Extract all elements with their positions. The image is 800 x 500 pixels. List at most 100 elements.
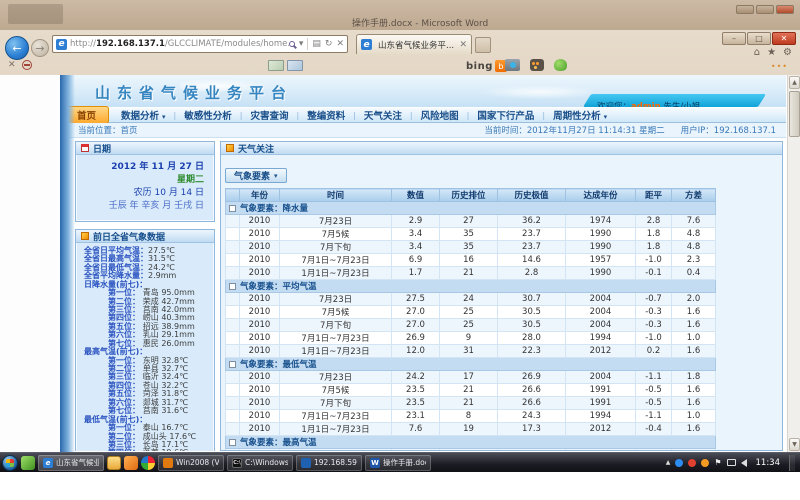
cell: 19 <box>440 423 498 436</box>
cell: 1.8 <box>636 241 672 254</box>
nav-item-5[interactable]: 天气关注 <box>356 107 410 123</box>
calendar-icon <box>81 144 89 152</box>
cell: 2010 <box>240 293 280 306</box>
more-options-dots-icon[interactable]: ••• <box>771 62 788 71</box>
breadcrumb: 当前位置：首页 <box>78 124 138 136</box>
tray-blue-icon[interactable] <box>675 459 683 467</box>
cell: 27.5 <box>392 293 440 306</box>
cell: 30.5 <box>498 319 566 332</box>
nav-item-3[interactable]: 灾害查询 <box>242 107 296 123</box>
vertical-scrollbar[interactable]: ▲ ▼ <box>787 75 800 452</box>
nav-item-8[interactable]: 周期性分析▾ <box>545 107 615 123</box>
cell: 23.7 <box>498 228 566 241</box>
blocked-icon[interactable] <box>22 60 32 70</box>
bing-toolbar[interactable]: bing b <box>466 60 507 72</box>
cell: 2010 <box>240 241 280 254</box>
cell: 1.6 <box>672 319 716 332</box>
close-button[interactable]: ✕ <box>772 32 796 45</box>
taskbar-clock[interactable]: 11:34 <box>752 458 785 468</box>
nav-item-4[interactable]: 整编资料 <box>299 107 353 123</box>
scroll-up-arrow-icon[interactable]: ▲ <box>789 76 800 89</box>
cell: 7月1日~7月23日 <box>280 332 392 345</box>
weather-element-button[interactable]: 气象要素▾ <box>225 168 287 183</box>
start-button[interactable] <box>2 455 18 471</box>
row-checkbox-cell <box>226 371 240 384</box>
group-checkbox[interactable] <box>229 361 236 368</box>
scrollbar-thumb[interactable] <box>789 91 800 137</box>
address-bar[interactable]: e http://192.168.137.1/GLCCLIMATE/module… <box>52 35 348 53</box>
browser-tab[interactable]: e 山东省气候业务平... ✕ <box>356 34 472 54</box>
group-checkbox[interactable] <box>229 205 236 212</box>
card-icon-green[interactable] <box>268 60 284 71</box>
speaker-icon[interactable] <box>741 459 747 467</box>
cell: 7.6 <box>392 423 440 436</box>
pinned-browser-icon[interactable] <box>141 456 155 470</box>
forward-button[interactable]: → <box>31 39 49 57</box>
nav-item-0[interactable]: 首页 <box>64 106 109 124</box>
action-center-flag-icon[interactable]: ⚑ <box>714 459 721 467</box>
tab-close-icon[interactable]: ✕ <box>459 40 467 50</box>
paw-addon-icon[interactable] <box>530 59 544 71</box>
taskbar-window-3[interactable]: 192.168.59.99... <box>296 455 362 471</box>
browser-toolbar: ✕ bing b ••• <box>0 58 800 75</box>
taskbar-window-2[interactable]: C:\C:\Windows\sy... <box>227 455 293 471</box>
weather-stat-value: 2.9mm <box>148 271 176 280</box>
cell: 23.7 <box>498 241 566 254</box>
network-icon[interactable] <box>727 459 736 466</box>
background-window-strip: 操作手册.docx - Microsoft Word <box>0 0 800 30</box>
rank-station-value[interactable]: 莒南 31.6℃ <box>143 406 188 415</box>
compatibility-view-icon[interactable]: ▤ <box>312 40 321 49</box>
taskbar-window-1[interactable]: Win2008 (VS2... <box>158 455 224 471</box>
tools-gear-icon[interactable]: ⚙ <box>783 47 792 58</box>
close-addon-bar-icon[interactable]: ✕ <box>8 60 16 70</box>
tray-red-icon[interactable] <box>688 459 696 467</box>
hidden-icons-arrow-icon[interactable]: ▲ <box>666 459 671 466</box>
minimize-button[interactable]: – <box>722 32 746 45</box>
table-row: 20107月23日31.52936.31955,1951-0.32.5 <box>226 449 716 452</box>
nav-item-7[interactable]: 国家下行产品 <box>469 107 542 123</box>
cell: 2010 <box>240 423 280 436</box>
pinned-app-orange-icon[interactable] <box>124 456 138 470</box>
table-row: 20107月23日2.92736.219742.87.6 <box>226 215 716 228</box>
taskbar-window-0[interactable]: e山东省气候业务平... <box>38 455 104 471</box>
rank-station-value[interactable]: 惠民 26.0mm <box>143 339 195 348</box>
cell: 1.6 <box>672 306 716 319</box>
refresh-icon[interactable]: ↻ <box>325 40 333 49</box>
cell: 2.8 <box>636 215 672 228</box>
search-icon[interactable] <box>289 41 295 47</box>
url-text[interactable]: http://192.168.137.1/GLCCLIMATE/modules/… <box>70 39 289 49</box>
camera-addon-icon[interactable] <box>505 59 520 71</box>
stop-icon[interactable]: ✕ <box>336 40 344 49</box>
cell: 36.3 <box>498 449 566 452</box>
rank-station-value[interactable]: 蓬莱 19.6℃ <box>143 448 188 451</box>
taskbar-window-label: 山东省气候业务平... <box>56 457 99 468</box>
cell: 7月5候 <box>280 306 392 319</box>
pinned-app-green-icon[interactable] <box>21 456 35 470</box>
column-header-6: 距平 <box>636 189 672 202</box>
group-checkbox[interactable] <box>229 283 236 290</box>
cell: 1991 <box>566 397 636 410</box>
explorer-folder-icon[interactable] <box>107 456 121 470</box>
card-icon-blue[interactable] <box>287 60 303 71</box>
home-icon[interactable]: ⌂ <box>754 47 760 58</box>
nav-item-6[interactable]: 风险地图 <box>413 107 467 123</box>
restore-button[interactable]: □ <box>747 32 771 45</box>
tray-orange-icon[interactable] <box>701 459 709 467</box>
nav-item-1[interactable]: 数据分析▾ <box>113 107 174 123</box>
cell: -1.1 <box>636 410 672 423</box>
favorites-star-icon[interactable]: ★ <box>767 47 776 58</box>
cell: 14.6 <box>498 254 566 267</box>
search-dropdown-icon[interactable]: ▾ <box>299 40 304 49</box>
weather-panel-title: 前日全省气象数据 <box>93 230 165 243</box>
show-desktop-button[interactable] <box>789 455 795 471</box>
bing-logo: bing <box>466 61 493 72</box>
group-checkbox[interactable] <box>229 439 236 446</box>
green-addon-icon[interactable] <box>554 59 567 71</box>
scroll-down-arrow-icon[interactable]: ▼ <box>789 438 800 451</box>
background-window-fragment <box>8 4 63 24</box>
cell: 2.0 <box>672 293 716 306</box>
new-tab-button[interactable] <box>475 37 491 53</box>
taskbar-window-4[interactable]: W操作手册.docx -... <box>365 455 431 471</box>
back-button[interactable]: ← <box>5 36 29 60</box>
nav-item-2[interactable]: 敏感性分析 <box>176 107 240 123</box>
